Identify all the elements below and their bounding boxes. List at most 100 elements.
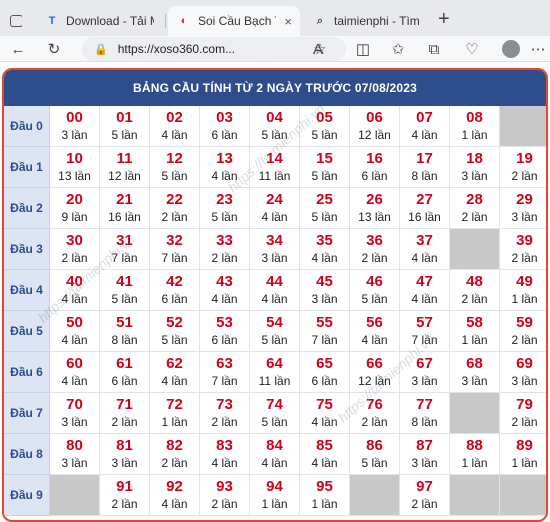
lottery-number: 71 (116, 396, 133, 413)
lottery-number: 27 (416, 191, 433, 208)
lottery-number: 25 (316, 191, 333, 208)
lottery-number: 03 (216, 109, 233, 126)
occurrence-count: 4 lần (211, 292, 238, 306)
table-row: Đầu 6 60 4 lần 61 6 lần 62 4 lần 63 7 lần 64 11 lầ… (4, 352, 546, 393)
occurrence-count: 7 lần (311, 333, 338, 347)
favorite-star-icon[interactable]: ☆ (310, 39, 330, 59)
number-cell: 53 6 lần (200, 311, 250, 352)
occurrence-count: 4 lần (61, 292, 88, 306)
occurrence-count: 4 lần (261, 456, 288, 470)
number-cell: 27 16 lần (400, 188, 450, 229)
number-cell: 30 2 lần (50, 229, 100, 270)
occurrence-count: 4 lần (61, 374, 88, 388)
new-tab-button[interactable]: + (438, 9, 450, 29)
number-cell: 39 2 lần (500, 229, 546, 270)
number-cell: 02 4 lần (150, 106, 200, 147)
lottery-number: 50 (66, 314, 83, 331)
occurrence-count: 2 lần (461, 210, 488, 224)
number-cell: 18 3 lần (450, 147, 500, 188)
number-cell: 76 2 lần (350, 393, 400, 434)
row-head: Đầu 6 (4, 352, 50, 393)
lottery-number: 33 (216, 232, 233, 249)
lock-icon: 🔒 (94, 43, 108, 56)
empty-cell (500, 106, 546, 147)
lottery-number: 94 (266, 478, 283, 495)
number-cell: 68 3 lần (450, 352, 500, 393)
lottery-number: 26 (366, 191, 383, 208)
browser-toolbar: ← ↻ 🔒 https://xoso360.com... A ☆ ◫ ✩ ⧉ ♡… (0, 36, 550, 62)
occurrence-count: 2 lần (361, 415, 388, 429)
number-cell: 32 7 lần (150, 229, 200, 270)
occurrence-count: 6 lần (211, 128, 238, 142)
number-cell: 10 13 lần (50, 147, 100, 188)
lottery-number: 63 (216, 355, 233, 372)
number-cell: 95 1 lần (300, 475, 350, 516)
occurrence-count: 12 lần (108, 169, 141, 183)
lottery-number: 28 (466, 191, 483, 208)
number-cell: 22 2 lần (150, 188, 200, 229)
number-cell: 41 5 lần (100, 270, 150, 311)
occurrence-count: 6 lần (111, 374, 138, 388)
collections-icon[interactable]: ⧉ (424, 39, 444, 59)
refresh-icon[interactable]: ↻ (44, 39, 64, 59)
lottery-number: 62 (166, 355, 183, 372)
empty-cell (450, 393, 500, 434)
number-cell: 04 5 lần (250, 106, 300, 147)
occurrence-count: 8 lần (411, 415, 438, 429)
lottery-number: 91 (116, 478, 133, 495)
lottery-number: 41 (116, 273, 133, 290)
browser-essentials-icon[interactable]: ♡ (462, 39, 482, 59)
more-menu-icon[interactable]: ⋯ (528, 39, 548, 59)
lottery-number: 69 (516, 355, 533, 372)
tab-download[interactable]: T Download - Tải M (36, 6, 162, 36)
row-head: Đầu 5 (4, 311, 50, 352)
lottery-number: 73 (216, 396, 233, 413)
close-tab-icon[interactable]: × (284, 14, 292, 29)
empty-cell (350, 475, 400, 516)
page-content: BẢNG CẦU TÍNH TỪ 2 NGÀY TRƯỚC 07/08/2023… (0, 62, 550, 522)
back-arrow-icon[interactable]: ← (8, 39, 28, 59)
tab-separator (165, 14, 166, 28)
favorites-icon[interactable]: ✩ (388, 39, 408, 59)
lottery-number: 44 (266, 273, 283, 290)
occurrence-count: 3 lần (61, 415, 88, 429)
number-cell: 94 1 lần (250, 475, 300, 516)
empty-cell (450, 475, 500, 516)
occurrence-count: 5 lần (161, 169, 188, 183)
number-cell: 34 3 lần (250, 229, 300, 270)
number-cell: 43 4 lần (200, 270, 250, 311)
occurrence-count: 1 lần (311, 497, 338, 511)
number-cell: 73 2 lần (200, 393, 250, 434)
occurrence-count: 6 lần (211, 333, 238, 347)
occurrence-count: 5 lần (311, 128, 338, 142)
profile-avatar[interactable] (502, 40, 520, 58)
number-cell: 72 1 lần (150, 393, 200, 434)
tab-taimienphi-search[interactable]: ⌕ taimienphi - Tìm k (304, 6, 430, 36)
number-cell: 75 4 lần (300, 393, 350, 434)
occurrence-count: 1 lần (461, 456, 488, 470)
lottery-number: 57 (416, 314, 433, 331)
occurrence-count: 2 lần (511, 333, 538, 347)
occurrence-count: 5 lần (261, 333, 288, 347)
lottery-number: 93 (216, 478, 233, 495)
address-bar[interactable]: 🔒 https://xoso360.com... (82, 37, 346, 61)
occurrence-count: 5 lần (361, 456, 388, 470)
lottery-number: 97 (416, 478, 433, 495)
tab-soi-cau[interactable]: ◐ Soi Cầu Bạch Thủ × (168, 6, 300, 36)
address-url[interactable]: https://xoso360.com... (118, 42, 235, 56)
number-cell: 87 3 lần (400, 434, 450, 475)
occurrence-count: 1 lần (511, 292, 538, 306)
number-cell: 00 3 lần (50, 106, 100, 147)
lottery-number: 88 (466, 437, 483, 454)
lottery-number: 51 (116, 314, 133, 331)
number-cell: 92 4 lần (150, 475, 200, 516)
lottery-number: 07 (416, 109, 433, 126)
split-screen-icon[interactable]: ◫ (353, 39, 373, 59)
number-cell: 48 2 lần (450, 270, 500, 311)
number-cell: 03 6 lần (200, 106, 250, 147)
lottery-number: 80 (66, 437, 83, 454)
lottery-number: 20 (66, 191, 83, 208)
tab-actions-button[interactable] (2, 6, 22, 36)
occurrence-count: 7 lần (111, 251, 138, 265)
stats-table-frame: BẢNG CẦU TÍNH TỪ 2 NGÀY TRƯỚC 07/08/2023… (2, 68, 548, 522)
